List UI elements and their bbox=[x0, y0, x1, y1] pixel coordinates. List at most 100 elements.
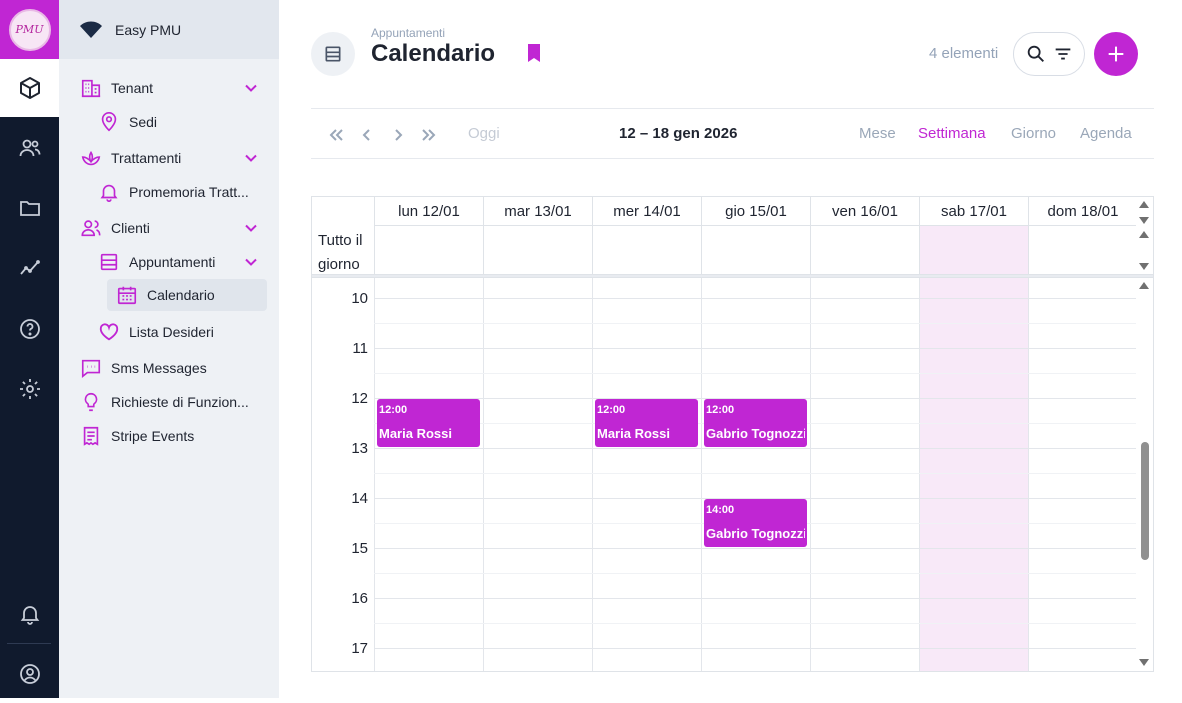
calendar-event[interactable]: 12:00 Gabrio Tognozzi bbox=[704, 399, 807, 447]
all-day-cell[interactable] bbox=[483, 226, 592, 274]
bookmark-icon[interactable] bbox=[526, 43, 542, 63]
rail-item-help[interactable] bbox=[0, 300, 59, 358]
header-divider bbox=[311, 108, 1154, 109]
chevron-down-icon[interactable] bbox=[243, 254, 259, 270]
day-header-tue[interactable]: mar 13/01 bbox=[483, 197, 592, 226]
sidebar-item-sedi[interactable]: Sedi bbox=[97, 106, 259, 138]
day-header-wed[interactable]: mer 14/01 bbox=[592, 197, 701, 226]
event-time: 14:00 bbox=[706, 504, 735, 516]
next-next-button[interactable] bbox=[419, 125, 439, 145]
hour-label: 10 bbox=[351, 290, 368, 307]
highlighted-day-column bbox=[919, 278, 1028, 671]
time-grid[interactable]: 10 11 12 13 14 15 16 17 12:00 Maria Rossi 12:00 Mar… bbox=[312, 278, 1137, 671]
all-day-cell[interactable] bbox=[592, 226, 701, 274]
all-day-cell[interactable] bbox=[810, 226, 919, 274]
day-header-mon[interactable]: lun 12/01 bbox=[374, 197, 483, 226]
building-icon bbox=[79, 76, 103, 100]
all-day-cell[interactable] bbox=[1028, 226, 1137, 274]
all-day-cell-highlighted[interactable] bbox=[919, 226, 1028, 274]
day-column-line bbox=[919, 278, 920, 671]
lightbulb-icon bbox=[79, 390, 103, 414]
view-day[interactable]: Giorno bbox=[1011, 125, 1056, 142]
event-title: Gabrio Tognozzi bbox=[706, 426, 805, 441]
location-icon bbox=[97, 110, 121, 134]
analytics-icon bbox=[19, 260, 40, 275]
calendar-event[interactable]: 14:00 Gabrio Tognozzi bbox=[704, 499, 807, 547]
calendar-event[interactable]: 12:00 Maria Rossi bbox=[595, 399, 698, 447]
chevron-down-icon[interactable] bbox=[243, 80, 259, 96]
all-day-cell[interactable] bbox=[374, 226, 483, 274]
rail-item-analytics[interactable] bbox=[0, 239, 59, 297]
cube-icon bbox=[19, 77, 40, 99]
day-column-line bbox=[701, 278, 702, 671]
app-logo[interactable]: PMU bbox=[0, 0, 59, 59]
all-day-scrollbar[interactable] bbox=[1136, 197, 1153, 274]
scroll-up-icon[interactable] bbox=[1139, 231, 1149, 238]
chevron-down-icon[interactable] bbox=[243, 220, 259, 236]
sidebar-item-lista-desideri[interactable]: Lista Desideri bbox=[97, 316, 259, 348]
half-hour-line bbox=[374, 323, 1137, 324]
rail-item-settings[interactable] bbox=[0, 360, 59, 418]
hour-label: 13 bbox=[351, 440, 368, 457]
sidebar-header[interactable]: Easy PMU bbox=[59, 0, 279, 59]
scroll-up-icon[interactable] bbox=[1139, 201, 1149, 208]
scrollbar-thumb[interactable] bbox=[1141, 442, 1149, 560]
rail-item-notifications[interactable] bbox=[0, 585, 59, 643]
search-icon[interactable] bbox=[1025, 43, 1047, 65]
rail-item-modules[interactable] bbox=[0, 59, 59, 117]
filter-icon[interactable] bbox=[1052, 43, 1074, 65]
chevron-left-icon bbox=[362, 129, 370, 141]
all-day-cell[interactable] bbox=[701, 226, 810, 274]
event-time: 12:00 bbox=[706, 404, 735, 416]
calendar-event[interactable]: 12:00 Maria Rossi bbox=[377, 399, 480, 447]
view-week[interactable]: Settimana bbox=[918, 125, 986, 142]
breadcrumb[interactable]: Appuntamenti bbox=[371, 26, 445, 40]
sidebar-item-sms-messages[interactable]: Sms Messages bbox=[79, 352, 259, 384]
sidebar-item-promemoria[interactable]: Promemoria Tratt... bbox=[97, 176, 259, 208]
prev-prev-button[interactable] bbox=[326, 125, 346, 145]
prev-button[interactable] bbox=[357, 125, 377, 145]
sidebar-item-tenant[interactable]: Tenant bbox=[79, 72, 259, 104]
calendar-icon bbox=[115, 283, 139, 307]
scroll-up-icon[interactable] bbox=[1139, 282, 1149, 289]
day-header-thu[interactable]: gio 15/01 bbox=[701, 197, 810, 226]
scroll-down-icon[interactable] bbox=[1139, 263, 1149, 270]
scroll-down-icon[interactable] bbox=[1139, 659, 1149, 666]
sidebar-item-trattamenti[interactable]: Trattamenti bbox=[79, 142, 259, 174]
hour-label: 12 bbox=[351, 390, 368, 407]
time-grid-scrollbar[interactable] bbox=[1136, 278, 1153, 671]
add-button[interactable] bbox=[1094, 32, 1138, 76]
day-header-sat[interactable]: sab 17/01 bbox=[919, 197, 1028, 226]
scroll-down-icon[interactable] bbox=[1139, 217, 1149, 224]
day-header-fri[interactable]: ven 16/01 bbox=[810, 197, 919, 226]
view-month[interactable]: Mese bbox=[859, 125, 896, 142]
search-filter-group bbox=[1013, 32, 1085, 76]
date-range: 12 – 18 gen 2026 bbox=[619, 125, 738, 142]
sidebar-item-stripe-events[interactable]: Stripe Events bbox=[79, 420, 259, 452]
day-header-sun[interactable]: dom 18/01 bbox=[1028, 197, 1137, 226]
today-button[interactable]: Oggi bbox=[468, 125, 500, 142]
sidebar-item-calendario[interactable]: Calendario bbox=[107, 279, 267, 311]
half-hour-line bbox=[374, 623, 1137, 624]
sidebar-item-clienti[interactable]: Clienti bbox=[79, 212, 259, 244]
page-title: Calendario bbox=[371, 40, 496, 67]
sidebar-item-appuntamenti[interactable]: Appuntamenti bbox=[97, 246, 259, 278]
rail-item-files[interactable] bbox=[0, 179, 59, 237]
account-icon bbox=[19, 664, 40, 684]
event-title: Maria Rossi bbox=[597, 426, 670, 441]
settings-icon bbox=[19, 379, 40, 399]
list-icon bbox=[97, 250, 121, 274]
view-toggle-button[interactable] bbox=[311, 32, 355, 76]
week-calendar: lun 12/01 mar 13/01 mer 14/01 gio 15/01 … bbox=[311, 196, 1154, 672]
half-hour-line bbox=[374, 473, 1137, 474]
chevron-down-icon[interactable] bbox=[243, 150, 259, 166]
hour-label: 11 bbox=[352, 340, 368, 357]
hour-line bbox=[374, 648, 1137, 649]
rail-item-account[interactable] bbox=[0, 645, 59, 703]
view-agenda[interactable]: Agenda bbox=[1080, 125, 1132, 142]
sidebar-item-richieste[interactable]: Richieste di Funzion... bbox=[79, 386, 259, 418]
next-button[interactable] bbox=[388, 125, 408, 145]
logo-mark: PMU bbox=[8, 8, 51, 51]
rail-item-users[interactable] bbox=[0, 119, 59, 177]
icon-rail: PMU bbox=[0, 0, 59, 698]
